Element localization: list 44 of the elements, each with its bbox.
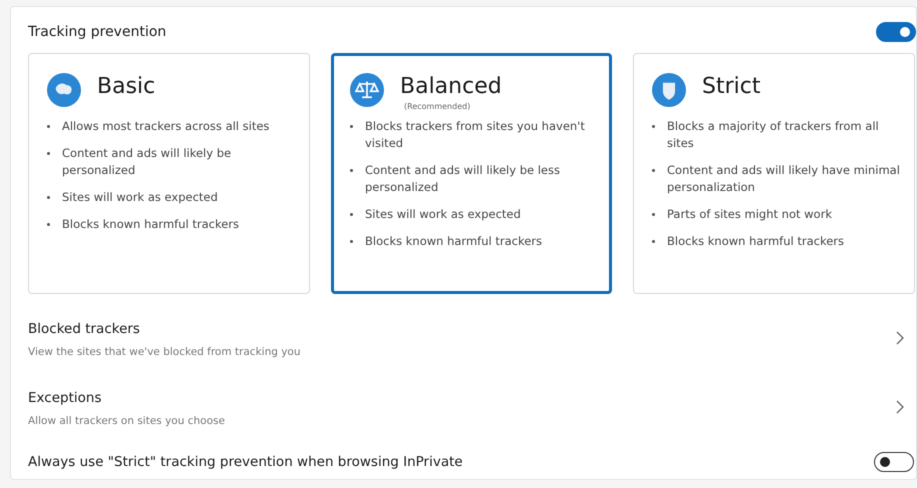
setting-description: View the sites that we've blocked from tracking you: [28, 346, 301, 358]
bullet-icon: [652, 213, 655, 216]
chevron-right-icon[interactable]: [896, 400, 904, 414]
bullet-icon: [47, 223, 50, 226]
shield-icon: [652, 73, 686, 107]
bullet-text: Blocks known harmful trackers: [365, 233, 542, 250]
bullet-icon: [350, 169, 353, 172]
card-title: Strict: [702, 73, 760, 101]
bullet-text: Content and ads will likely have minimal personalization: [667, 162, 900, 196]
toggle-switch[interactable]: [874, 452, 914, 472]
bullet-text: Allows most trackers across all sites: [62, 118, 270, 135]
bullet-icon: [652, 125, 655, 128]
bullet-icon: [350, 125, 353, 128]
option-card[interactable]: Balanced (Recommended) Blocks trackers from sites you haven't visited Content and ads will likely be less personalized Sites will work as expected Blocks known harmful trackers: [331, 53, 612, 294]
bullet-text: Sites will work as expected: [62, 189, 218, 206]
setting-description: Allow all trackers on sites you choose: [28, 414, 225, 426]
scales-icon: [350, 73, 384, 107]
card-title: Basic: [97, 73, 156, 101]
circle-cloud-icon: [47, 73, 81, 107]
bullet-icon: [350, 240, 353, 243]
bullet-text: Sites will work as expected: [365, 206, 521, 223]
bullet-icon: [350, 213, 353, 216]
setting-label: Always use "Strict" tracking prevention when browsing InPrivate: [28, 453, 463, 472]
option-card[interactable]: Strict Blocks a majority of trackers from all sites Content and ads will likely have minimal personalization Parts of sites might not work Blocks known harmful trackers: [633, 53, 915, 294]
setting-link[interactable]: Blocked trackers: [28, 318, 301, 338]
bullet-text: Blocks trackers from sites you haven't visited: [365, 118, 586, 152]
bullet-text: Parts of sites might not work: [667, 206, 832, 223]
bullet-icon: [652, 240, 655, 243]
bullet-icon: [47, 152, 50, 155]
bullet-icon: [47, 125, 50, 128]
card-subtitle: (Recommended): [404, 102, 472, 111]
bullet-icon: [652, 169, 655, 172]
section-title: Tracking prevention: [28, 24, 166, 40]
bullet-text: Content and ads will likely be less personalized: [365, 162, 561, 196]
toggle-switch[interactable]: [876, 22, 916, 42]
chevron-right-icon[interactable]: [896, 331, 904, 345]
card-title: Balanced: [400, 73, 502, 101]
bullet-text: Blocks a majority of trackers from all sites: [667, 118, 880, 152]
bullet-text: Blocks known harmful trackers: [62, 216, 239, 233]
bullet-text: Blocks known harmful trackers: [667, 233, 844, 250]
option-card[interactable]: Basic Allows most trackers across all sites Content and ads will likely be personalized Sites will work as expected Blocks known harmful trackers: [28, 53, 310, 294]
bullet-icon: [47, 196, 50, 199]
bullet-text: Content and ads will likely be personalized: [62, 145, 232, 179]
setting-link[interactable]: Exceptions: [28, 388, 225, 408]
